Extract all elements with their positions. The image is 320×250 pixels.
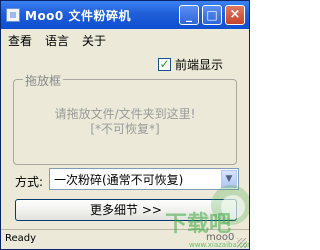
window-title: Moo0 文件粉碎机 bbox=[25, 9, 131, 23]
minimize-button[interactable]: _ bbox=[179, 5, 199, 25]
menu-bar: 查看 语言 关于 bbox=[1, 30, 249, 50]
topmost-label[interactable]: 前端显示 bbox=[175, 56, 223, 73]
app-window: Moo0 文件粉碎机 _ □ × 查看 语言 关于 ✓ 前端显示 拖放框 请拖放… bbox=[0, 0, 250, 250]
status-bar: Ready moo0 bbox=[1, 229, 249, 249]
status-brand: moo0 bbox=[206, 232, 235, 243]
mode-select[interactable]: 一次粉碎(通常不可恢复) ▼ bbox=[49, 168, 239, 190]
close-button[interactable]: × bbox=[225, 5, 245, 25]
maximize-button[interactable]: □ bbox=[202, 5, 222, 25]
drop-zone-title: 拖放框 bbox=[23, 72, 64, 89]
chevron-down-icon[interactable]: ▼ bbox=[221, 170, 237, 188]
mode-selected-value: 一次粉碎(通常不可恢复) bbox=[54, 173, 184, 187]
more-details-button[interactable]: 更多细节 >> bbox=[15, 199, 237, 221]
topmost-checkbox[interactable]: ✓ bbox=[158, 58, 171, 71]
status-text: Ready bbox=[5, 233, 37, 244]
title-bar[interactable]: Moo0 文件粉碎机 _ □ × bbox=[1, 1, 249, 29]
menu-about[interactable]: 关于 bbox=[82, 32, 106, 49]
app-icon bbox=[6, 8, 20, 22]
mode-label: 方式: bbox=[15, 175, 44, 189]
resize-grip-icon[interactable] bbox=[237, 238, 247, 248]
drop-zone-note: [*不可恢复*] bbox=[90, 122, 160, 136]
menu-language[interactable]: 语言 bbox=[45, 32, 69, 49]
menu-view[interactable]: 查看 bbox=[8, 32, 32, 49]
